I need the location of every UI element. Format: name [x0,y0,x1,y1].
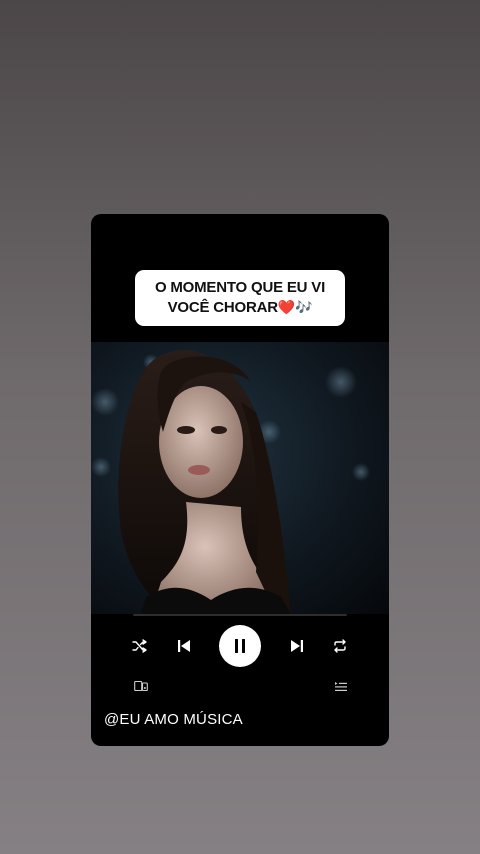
secondary-controls [91,676,389,696]
previous-button[interactable] [173,636,195,656]
progress-bar[interactable] [133,614,347,617]
shuffle-icon [132,639,147,653]
video-still-illustration [91,349,370,614]
caption-line-2: VOCÊ CHORAR [167,299,279,316]
channel-handle: @EU AMO MÚSICA [104,711,243,728]
connect-devices-icon [134,680,148,692]
player-card: O MOMENTO QUE EU VI VOCÊ CHORAR❤️🎶 @EU A… [91,214,389,746]
repeat-icon [334,639,346,653]
caption-line-1: O MOMENTO QUE EU VI [154,279,326,296]
heart-emoji: ❤️ [277,300,296,316]
repeat-button[interactable] [329,636,351,656]
next-button[interactable] [286,636,308,656]
skip-next-icon [291,640,303,652]
queue-button[interactable] [332,678,350,694]
skip-previous-icon [178,640,190,652]
caption-text: O MOMENTO QUE EU VI VOCÊ CHORAR❤️🎶 [155,278,325,318]
queue-icon [335,682,347,691]
progress-track [133,614,347,616]
shuffle-button[interactable] [129,636,151,656]
music-notes-emoji: 🎶 [295,300,313,316]
playback-controls [91,624,389,668]
pause-button[interactable] [219,625,261,667]
caption-box: O MOMENTO QUE EU VI VOCÊ CHORAR❤️🎶 [135,270,345,326]
pause-icon [235,639,245,653]
video-frame[interactable] [91,342,389,614]
connect-devices-button[interactable] [132,678,150,694]
